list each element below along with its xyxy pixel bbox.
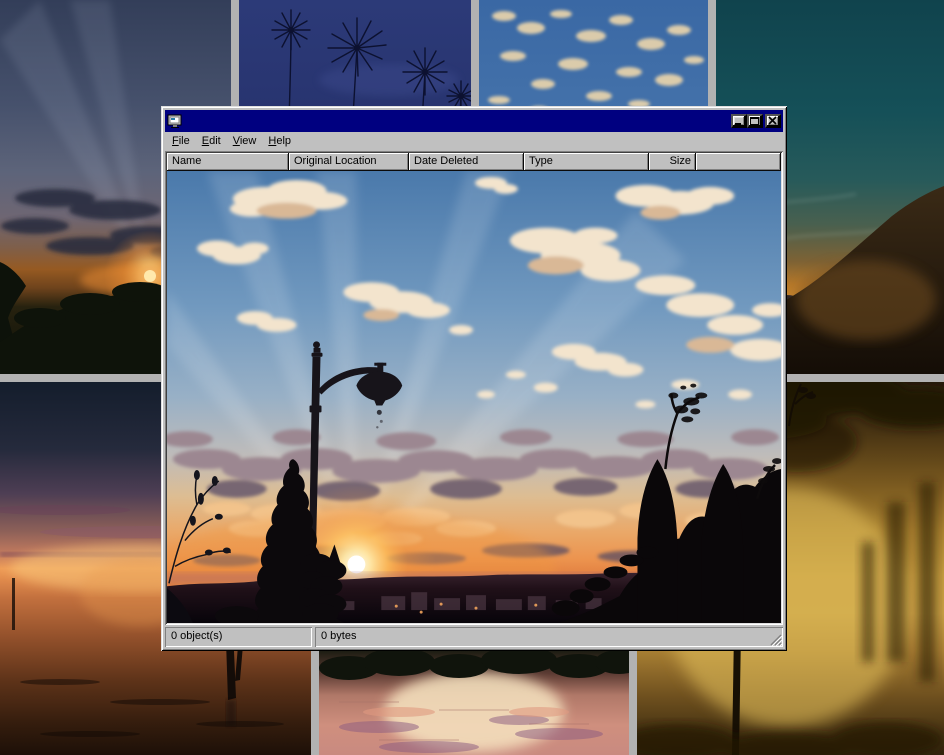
close-icon bbox=[767, 116, 779, 126]
column-header-date-deleted[interactable]: Date Deleted bbox=[409, 153, 524, 171]
menu-view[interactable]: View bbox=[227, 133, 263, 149]
menu-bar: File Edit View Help bbox=[165, 132, 783, 150]
status-bar: 0 object(s) 0 bytes bbox=[165, 627, 783, 647]
maximize-icon bbox=[749, 116, 761, 126]
file-list-view: Name Original Location Date Deleted Type… bbox=[165, 151, 783, 625]
column-header-size[interactable]: Size bbox=[649, 153, 696, 171]
menu-edit[interactable]: Edit bbox=[196, 133, 227, 149]
title-bar[interactable] bbox=[165, 110, 783, 132]
recycle-bin-window: File Edit View Help Name Original Locati… bbox=[161, 106, 787, 651]
column-header-row: Name Original Location Date Deleted Type… bbox=[167, 153, 781, 171]
column-header-type[interactable]: Type bbox=[524, 153, 649, 171]
maximize-button[interactable] bbox=[747, 114, 763, 128]
menu-help[interactable]: Help bbox=[262, 133, 297, 149]
close-button[interactable] bbox=[765, 114, 781, 128]
resize-grip-icon[interactable] bbox=[769, 633, 782, 646]
column-header-blank[interactable] bbox=[696, 153, 781, 171]
window-icon bbox=[167, 113, 183, 129]
minimize-button[interactable] bbox=[731, 114, 747, 128]
desktop: File Edit View Help Name Original Locati… bbox=[0, 0, 944, 755]
column-header-original-location[interactable]: Original Location bbox=[289, 153, 409, 171]
column-header-name[interactable]: Name bbox=[167, 153, 289, 171]
status-size: 0 bytes bbox=[315, 627, 783, 647]
menu-file[interactable]: File bbox=[166, 133, 196, 149]
status-object-count: 0 object(s) bbox=[165, 627, 312, 647]
minimize-icon bbox=[733, 116, 745, 126]
sun bbox=[347, 555, 365, 573]
list-background-photo[interactable] bbox=[167, 171, 781, 623]
